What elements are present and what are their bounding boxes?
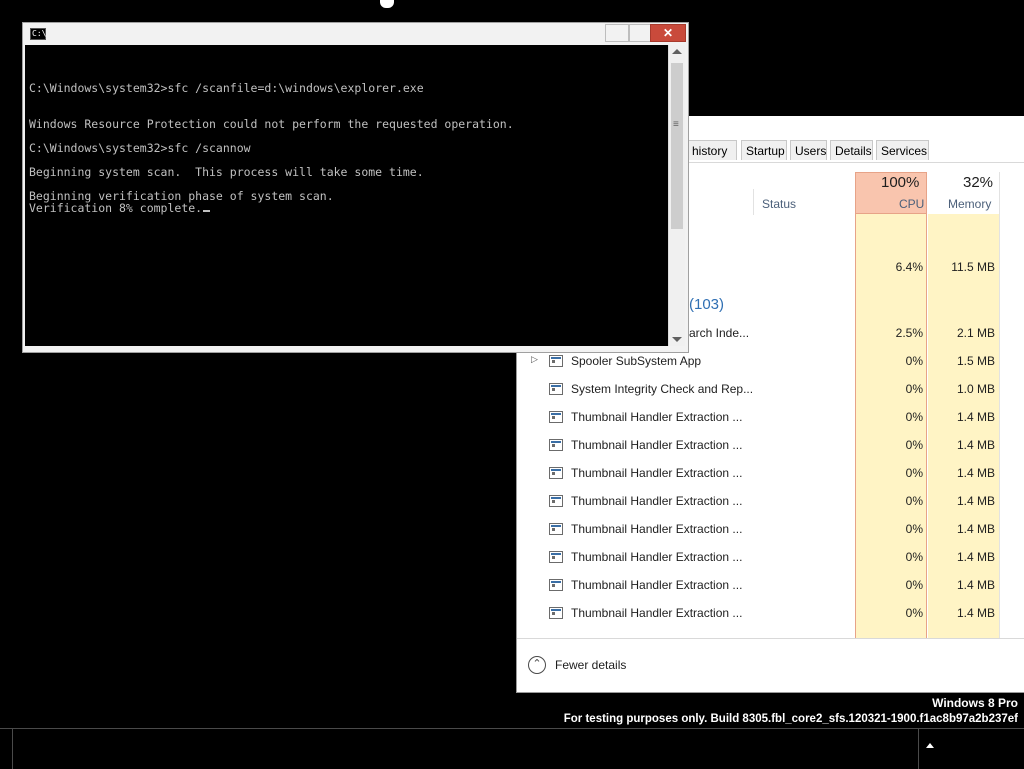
printer-icon	[549, 355, 563, 367]
process-name: Thumbnail Handler Extraction ...	[571, 550, 743, 564]
cpu-total-percent: 100%	[881, 174, 920, 191]
cpu-value: 0%	[905, 522, 923, 536]
table-row[interactable]: Thumbnail Handler Extraction ... 0% 1.4 MB	[517, 488, 1024, 516]
minimize-button[interactable]	[605, 24, 629, 42]
cpu-value: 0%	[905, 578, 923, 592]
cpu-value: 0%	[905, 354, 923, 368]
console-line: Beginning system scan. This process will…	[29, 165, 424, 179]
cpu-value: 0%	[905, 550, 923, 564]
memory-value: 1.4 MB	[956, 438, 995, 452]
tab-users[interactable]: Users	[790, 140, 827, 160]
tray-divider	[918, 729, 919, 769]
os-edition-watermark: Windows 8 Pro	[932, 696, 1018, 710]
taskbar	[0, 728, 1024, 769]
memory-total-percent: 32%	[963, 174, 994, 191]
process-name: Thumbnail Handler Extraction ...	[571, 494, 743, 508]
app-window-icon	[549, 439, 563, 451]
cpu-value: 0%	[905, 466, 923, 480]
cpu-value: 0%	[905, 494, 923, 508]
build-watermark: For testing purposes only. Build 8305.fb…	[563, 713, 1018, 725]
process-name: Thumbnail Handler Extraction ...	[571, 578, 743, 592]
console-line-text: Verification 8% complete.	[29, 201, 203, 215]
status-column-header[interactable]: Status	[762, 197, 796, 211]
app-window-icon	[549, 383, 563, 395]
process-name: Thumbnail Handler Extraction ...	[571, 410, 743, 424]
memory-value: 1.4 MB	[956, 578, 995, 592]
memory-value: 1.4 MB	[956, 522, 995, 536]
memory-value: 1.0 MB	[956, 382, 995, 396]
tab-services[interactable]: Services	[876, 140, 929, 160]
console-line: C:\Windows\system32>sfc /scanfile=d:\win…	[29, 81, 424, 95]
tab-startup[interactable]: Startup	[741, 140, 787, 160]
scroll-down-arrow-icon[interactable]	[672, 337, 682, 342]
console-line-current: Verification 8% complete.	[29, 201, 211, 215]
table-row[interactable]: Thumbnail Handler Extraction ... 0% 1.4 MB	[517, 544, 1024, 572]
fewer-details-bar: ⌃ Fewer details	[517, 638, 1024, 693]
cpu-value: 0%	[905, 382, 923, 396]
command-prompt-titlebar[interactable]: C:\ ✕	[23, 23, 688, 45]
table-row[interactable]: Thumbnail Handler Extraction ... 0% 1.4 MB	[517, 404, 1024, 432]
table-row[interactable]: Thumbnail Handler Extraction ... 0% 1.4 MB	[517, 516, 1024, 544]
memory-value: 11.5 MB	[951, 260, 995, 274]
memory-value: 1.4 MB	[956, 466, 995, 480]
process-name: System Integrity Check and Rep...	[571, 382, 754, 396]
app-window-icon	[549, 467, 563, 479]
close-button[interactable]: ✕	[650, 24, 686, 42]
memory-value: 1.4 MB	[956, 494, 995, 508]
console-scrollbar[interactable]	[668, 45, 685, 346]
console-line: Windows Resource Protection could not pe…	[29, 117, 514, 131]
cpu-value: 6.4%	[895, 260, 923, 274]
cpu-value: 2.5%	[895, 326, 923, 340]
process-name: Thumbnail Handler Extraction ...	[571, 466, 743, 480]
memory-value: 2.1 MB	[956, 326, 995, 340]
tray-overflow-icon[interactable]	[926, 743, 934, 748]
app-window-icon	[549, 551, 563, 563]
memory-value: 1.4 MB	[956, 606, 995, 620]
table-row[interactable]: Thumbnail Handler Extraction ... 0% 1.4 MB	[517, 600, 1024, 628]
memory-value: 1.4 MB	[956, 550, 995, 564]
process-name: arch Inde...	[689, 326, 750, 340]
column-divider	[753, 189, 754, 215]
process-name: Thumbnail Handler Extraction ...	[571, 606, 743, 620]
table-row[interactable]: Thumbnail Handler Extraction ... 0% 1.4 MB	[517, 432, 1024, 460]
memory-column-label: Memory	[948, 197, 992, 211]
command-prompt-window: C:\ ✕ C:\Windows\system32>sfc /scanfile=…	[22, 22, 689, 353]
tab-details[interactable]: Details	[830, 140, 873, 160]
app-window-icon	[549, 523, 563, 535]
console-output[interactable]: C:\Windows\system32>sfc /scanfile=d:\win…	[25, 45, 668, 346]
process-name: Thumbnail Handler Extraction ...	[571, 522, 743, 536]
scroll-up-arrow-icon[interactable]	[672, 49, 682, 54]
app-window-icon	[549, 411, 563, 423]
fewer-details-link[interactable]: Fewer details	[555, 658, 626, 672]
background-processes-count: (103)	[689, 296, 725, 313]
table-row[interactable]: System Integrity Check and Rep... 0% 1.0 M…	[517, 376, 1024, 404]
table-row[interactable]: Thumbnail Handler Extraction ... 0% 1.4 MB	[517, 572, 1024, 600]
start-area-divider	[12, 729, 13, 769]
app-window-icon	[549, 607, 563, 619]
app-window-icon	[549, 579, 563, 591]
console-icon[interactable]: C:\	[30, 28, 46, 40]
cpu-value: 0%	[905, 410, 923, 424]
cpu-value: 0%	[905, 438, 923, 452]
chevron-right-icon[interactable]: ▷	[531, 354, 538, 365]
memory-value: 1.5 MB	[956, 354, 995, 368]
table-row[interactable]: Thumbnail Handler Extraction ... 0% 1.4 MB	[517, 460, 1024, 488]
memory-value: 1.4 MB	[956, 410, 995, 424]
text-cursor	[203, 210, 211, 212]
process-name: Thumbnail Handler Extraction ...	[571, 438, 743, 452]
hand-cursor-icon	[380, 0, 394, 8]
console-line: C:\Windows\system32>sfc /scannow	[29, 141, 251, 155]
app-window-icon	[549, 495, 563, 507]
cpu-column-label: CPU	[899, 197, 925, 211]
chevron-up-circle-icon[interactable]: ⌃	[528, 656, 546, 674]
process-name: Spooler SubSystem App	[571, 354, 702, 368]
scroll-thumb[interactable]	[671, 63, 683, 229]
cpu-value: 0%	[905, 606, 923, 620]
